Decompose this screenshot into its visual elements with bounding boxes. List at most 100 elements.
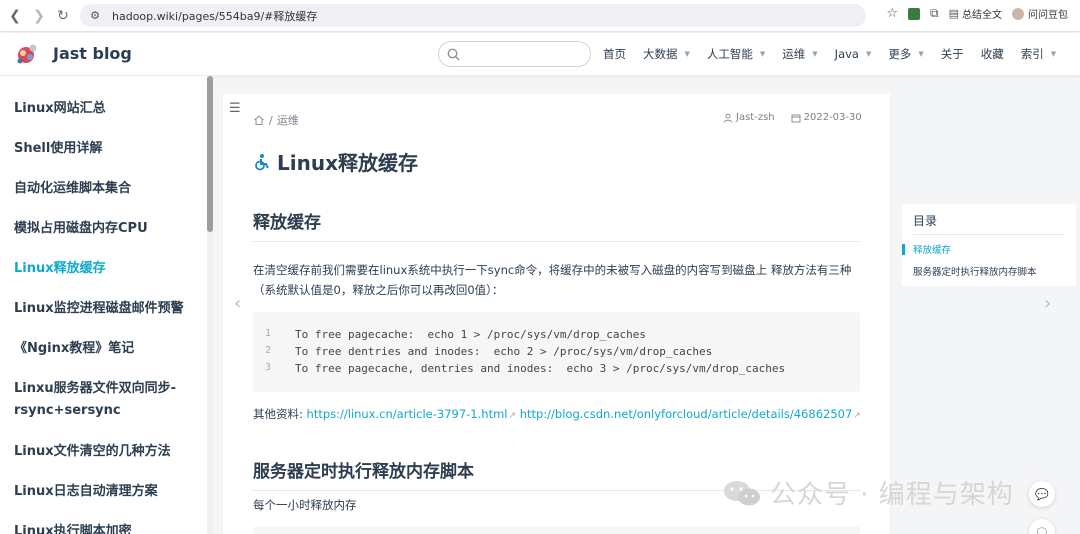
nav-item-ops[interactable]: 运维 ▼: [782, 46, 817, 62]
reference-link-csdn[interactable]: http://blog.csdn.net/onlyforcloud/articl…: [520, 407, 853, 421]
reload-icon[interactable]: ↻: [52, 5, 74, 27]
comment-icon[interactable]: 💬: [1029, 481, 1055, 507]
line-number: 3: [264, 362, 271, 373]
nav-label: 首页: [603, 47, 626, 61]
external-link-icon: ↗: [508, 411, 517, 421]
sidebar-item-log-clean[interactable]: Linux日志自动清理方案: [14, 481, 199, 503]
code-block-partial: [253, 526, 860, 534]
sidebar-item-simulate-load[interactable]: 模拟占用磁盘内存CPU: [14, 218, 199, 240]
chevron-down-icon: ▼: [1050, 50, 1057, 58]
code-line: 1 To free pagecache: echo 1 > /proc/sys/…: [253, 328, 860, 345]
references-label: 其他资料:: [253, 407, 303, 421]
next-page-arrow-icon[interactable]: ›: [1044, 293, 1051, 314]
bookmark-star-icon[interactable]: ☆: [886, 6, 898, 21]
sidebar-item-ops-scripts[interactable]: 自动化运维脚本集合: [14, 178, 199, 200]
breadcrumb-separator: /: [269, 113, 273, 127]
reference-link-linuxcn[interactable]: https://linux.cn/article-3797-1.html: [307, 407, 508, 421]
section-heading-release-cache: 释放缓存: [253, 208, 860, 242]
nav-label: 收藏: [980, 47, 1004, 61]
nav-item-java[interactable]: Java ▼: [835, 46, 872, 62]
line-number: 2: [264, 345, 271, 356]
main-nav: 首页 大数据 ▼ 人工智能 ▼ 运维 ▼ Java ▼ 更多 ▼ 关于 收藏 索引 ▼: [603, 46, 1073, 62]
site-settings-icon[interactable]: ⚙: [88, 9, 102, 23]
sidebar-toggle-icon[interactable]: ☰: [229, 101, 241, 116]
chevron-down-icon: ▼: [812, 50, 818, 58]
download-extension-icon[interactable]: [908, 7, 921, 20]
chevron-down-icon: ▼: [684, 50, 690, 58]
sidebar-item-rsync[interactable]: Linxu服务器文件双向同步-rsync+sersync: [14, 378, 199, 422]
author[interactable]: Jast-zsh: [736, 112, 775, 123]
document-icon: ▤: [948, 7, 959, 20]
calendar-icon: [791, 114, 801, 122]
nav-item-index[interactable]: 索引 ▼: [1021, 46, 1056, 62]
nav-item-more[interactable]: 更多 ▼: [888, 46, 923, 62]
nav-label: 索引: [1020, 47, 1044, 61]
code-block: 1 To free pagecache: echo 1 > /proc/sys/…: [253, 312, 860, 392]
chevron-down-icon: ▼: [918, 50, 924, 58]
toc-active-indicator: [902, 244, 905, 255]
doubao-avatar: [1012, 7, 1024, 20]
toc-divider: [913, 234, 1064, 235]
code-text: To free pagecache: echo 1 > /proc/sys/vm…: [295, 328, 646, 341]
site-logo[interactable]: [14, 41, 40, 67]
doubao-extension[interactable]: 问问豆包: [1012, 6, 1068, 21]
sidebar-item-nginx[interactable]: 《Nginx教程》笔记: [14, 338, 199, 360]
address-bar[interactable]: ⚙ hadoop.wiki/pages/554ba9/#释放缓存: [80, 4, 866, 27]
nav-label: 运维: [782, 47, 806, 61]
doubao-label: 问问豆包: [1028, 10, 1068, 21]
sidebar-item-clear-file[interactable]: Linux文件清空的几种方法: [14, 441, 199, 463]
code-text: To free dentries and inodes: echo 2 > /p…: [295, 345, 713, 358]
sidebar-scrollbar-thumb[interactable]: [207, 76, 213, 232]
code-line: 3 To free pagecache, dentries and inodes…: [253, 362, 860, 379]
prev-page-arrow-icon[interactable]: ‹: [234, 293, 241, 314]
url-text: hadoop.wiki/pages/554ba9/#释放缓存: [112, 9, 318, 23]
nav-item-ai[interactable]: 人工智能 ▼: [707, 46, 765, 62]
breadcrumb: / 运维: [253, 112, 299, 128]
nav-label: 关于: [940, 47, 964, 61]
code-text: To free pagecache, dentries and inodes: …: [295, 362, 786, 375]
page-title: Linux释放缓存: [253, 147, 418, 176]
sidebar-item-script-encrypt[interactable]: Linux执行脚本加密: [14, 521, 199, 534]
sidebar-item-shell[interactable]: Shell使用详解: [14, 138, 199, 160]
user-icon: [723, 113, 733, 123]
references: 其他资料: https://linux.cn/article-3797-1.ht…: [253, 406, 861, 422]
nav-item-home[interactable]: 首页: [603, 46, 626, 62]
extensions-icon[interactable]: ⧉: [930, 6, 939, 21]
page-title-text: Linux释放缓存: [277, 151, 418, 175]
nav-label: Java: [834, 47, 859, 61]
site-title[interactable]: Jast blog: [53, 44, 132, 63]
browser-toolbar: ❮ ❯ ↻ ⚙ hadoop.wiki/pages/554ba9/#释放缓存 ☆…: [0, 0, 1080, 32]
chevron-down-icon: ▼: [865, 50, 872, 58]
back-icon[interactable]: ❮: [4, 5, 26, 27]
breadcrumb-category[interactable]: 运维: [277, 112, 299, 128]
chat-icon[interactable]: 🗨: [1029, 519, 1055, 534]
nav-item-about[interactable]: 关于: [941, 46, 964, 62]
wechat-icon: [724, 480, 760, 505]
table-of-contents: 目录 释放缓存 服务器定时执行释放内存脚本: [902, 204, 1076, 286]
toc-item-scheduled-release[interactable]: 服务器定时执行释放内存脚本: [913, 264, 1037, 278]
sidebar-item-linux-sites[interactable]: Linux网站汇总: [14, 98, 199, 120]
article-meta: Jast-zsh 2022-03-30: [723, 112, 862, 123]
home-icon[interactable]: [253, 114, 265, 126]
external-link-icon: ↗: [853, 411, 861, 421]
search-input[interactable]: [466, 47, 586, 61]
sidebar-item-release-cache[interactable]: Linux释放缓存: [14, 258, 199, 280]
nav-label: 更多: [888, 47, 912, 61]
watermark-text: 公众号 · 编程与架构: [770, 480, 1014, 510]
search-icon: [447, 48, 460, 60]
chevron-down-icon: ▼: [759, 50, 766, 58]
toc-title: 目录: [913, 214, 938, 228]
search-box[interactable]: [438, 41, 591, 67]
sidebar-item-monitor[interactable]: Linux监控进程磁盘邮件预警: [14, 298, 199, 320]
toc-item-release-cache[interactable]: 释放缓存: [913, 242, 951, 256]
forward-icon[interactable]: ❯: [28, 5, 50, 27]
wheelchair-icon: [255, 153, 269, 170]
nav-label: 大数据: [643, 47, 678, 61]
watermark: 公众号 · 编程与架构: [722, 474, 1014, 511]
nav-label: 人工智能: [706, 47, 753, 61]
nav-item-favorites[interactable]: 收藏: [981, 46, 1004, 62]
summary-extension[interactable]: ▤ 总结全文: [949, 6, 1002, 21]
nav-item-bigdata[interactable]: 大数据 ▼: [643, 46, 690, 62]
code-line: 2 To free dentries and inodes: echo 2 > …: [253, 345, 860, 362]
publish-date: 2022-03-30: [803, 112, 862, 123]
